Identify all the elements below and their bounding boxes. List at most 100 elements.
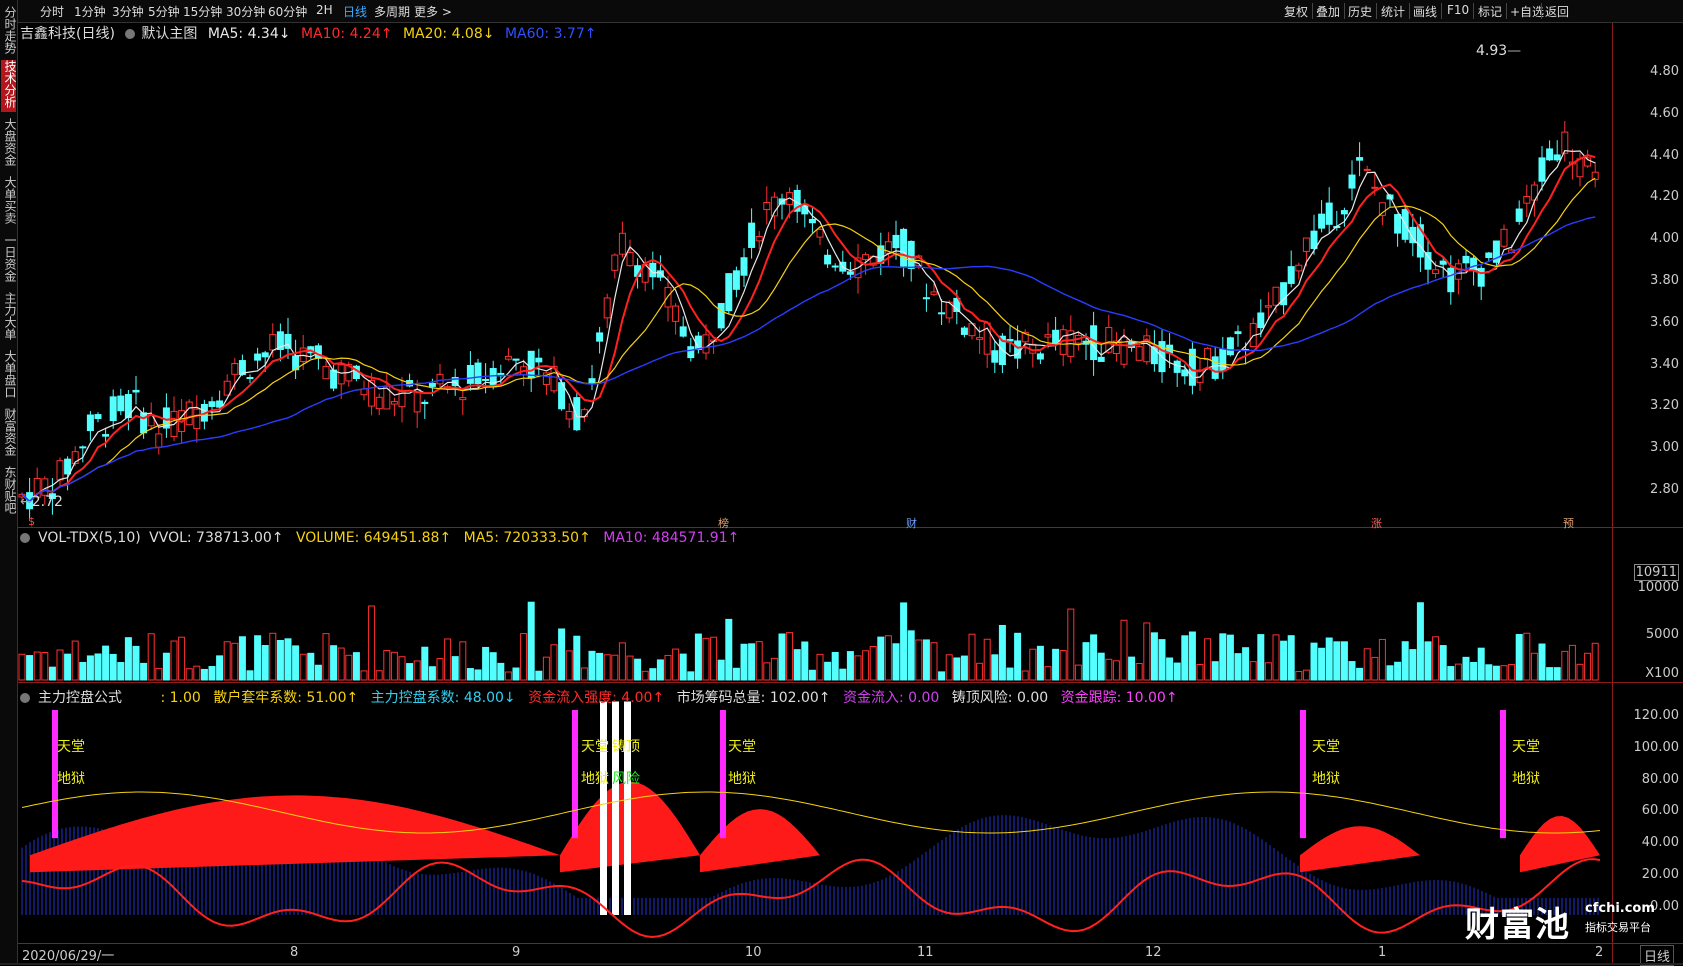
date-tick: 8: [290, 945, 299, 960]
candle-body: [284, 333, 292, 349]
volume-bar: [482, 646, 490, 681]
volume-bar: [360, 670, 368, 681]
volume-bar: [140, 662, 148, 681]
volume-bar: [801, 641, 809, 681]
event-tag-cai[interactable]: 财: [906, 515, 917, 531]
candle-body: [1257, 312, 1265, 329]
candle-body: [1394, 214, 1402, 234]
candle-body: [1173, 360, 1181, 373]
volume-bar: [611, 654, 619, 681]
ind-param: 资金跟踪: 10.00↑: [1060, 690, 1178, 706]
volume-bar: [1242, 647, 1250, 681]
candle-body: [1044, 334, 1052, 338]
volume-bar: [679, 653, 687, 681]
settings-dot-icon[interactable]: [125, 29, 136, 39]
event-tag-bang[interactable]: 榜: [718, 515, 729, 531]
vol-tick: 10000: [1637, 580, 1679, 595]
volume-bar: [542, 656, 550, 681]
volume-bar: [1067, 608, 1075, 681]
volume-bar: [436, 658, 444, 681]
candle-body: [489, 368, 497, 388]
candle-body: [466, 365, 474, 384]
settings-dot-icon[interactable]: [20, 693, 30, 703]
kline-chart-canvas[interactable]: [0, 0, 1683, 965]
volume-bar: [299, 653, 307, 681]
volume-bar: [1530, 652, 1538, 681]
volume-bar: [1538, 643, 1546, 681]
volume-bar: [254, 635, 262, 681]
candle-body: [603, 297, 611, 319]
risk-bar: [624, 701, 631, 915]
price-tick: 4.60: [1650, 106, 1679, 121]
volume-bar: [223, 641, 231, 681]
volume-bar: [1090, 634, 1098, 681]
candle-body: [216, 400, 224, 408]
vol-indicator-name[interactable]: VOL-TDX(5,10): [38, 530, 141, 546]
volume-bar: [1021, 670, 1029, 681]
volume-bar: [580, 667, 588, 681]
indicator-red-line: [21, 858, 1601, 939]
candle-body: [428, 382, 436, 387]
volume-bar: [1029, 648, 1037, 681]
vol-tick-max: 10911: [1633, 564, 1679, 581]
volume-bar: [1371, 656, 1379, 681]
candle-body: [960, 327, 968, 335]
candle-body: [656, 270, 664, 278]
ind-tick: 60.00: [1641, 803, 1679, 818]
candle-body: [193, 408, 201, 430]
date-tick: 10: [745, 945, 762, 960]
candle-body: [846, 271, 854, 275]
volume-bar: [1363, 648, 1371, 681]
event-tag-yu[interactable]: 预: [1563, 515, 1574, 531]
volume-bar: [846, 651, 854, 681]
volume-bar: [725, 618, 733, 681]
settings-dot-icon[interactable]: [20, 533, 30, 543]
volume-bar: [1150, 632, 1158, 681]
volume-bar: [41, 652, 49, 681]
volume-bar: [1439, 645, 1447, 681]
event-tag-dollar[interactable]: $: [28, 515, 35, 528]
volume-bar: [953, 657, 961, 681]
volume-bar: [26, 655, 34, 681]
volume-bar: [520, 633, 528, 681]
volume-bar: [808, 669, 816, 681]
event-tag-zhang[interactable]: 涨: [1371, 515, 1382, 531]
volume-bar: [208, 666, 216, 681]
volume-bar: [71, 640, 79, 681]
candle-body: [900, 228, 908, 267]
ma5-value: MA5: 4.34↓: [207, 26, 291, 42]
volume-bar: [1036, 645, 1044, 681]
volume-bar: [1302, 669, 1310, 681]
volume-bar: [48, 666, 56, 681]
volume-bar: [687, 671, 695, 681]
volume-bar: [1508, 664, 1516, 681]
template-name[interactable]: 默认主图: [141, 26, 197, 42]
indicator-red-area: [1520, 816, 1600, 873]
ind-param: 市场筹码总量: 102.00↑: [676, 690, 831, 706]
volume-bar: [1401, 641, 1409, 681]
candle-body: [102, 434, 110, 437]
volume-bar: [178, 636, 186, 681]
candle-body: [1036, 353, 1044, 360]
volume-bar: [368, 605, 376, 681]
volume-bar: [998, 624, 1006, 681]
candle-body: [763, 202, 771, 211]
candle-body: [1310, 230, 1318, 249]
stock-title[interactable]: 吉鑫科技(日线): [20, 26, 115, 42]
candle-body: [1439, 260, 1447, 265]
indicator-name[interactable]: 主力控盘公式: [38, 690, 122, 706]
candle-body: [611, 254, 619, 271]
candle-body: [1515, 208, 1523, 222]
volume-bar: [109, 653, 117, 681]
candle-body: [679, 326, 687, 337]
volume-bar: [915, 639, 923, 681]
candle-body: [1371, 186, 1379, 189]
indicator-red-area: [30, 795, 560, 873]
volume-bar: [1462, 656, 1470, 681]
candle-body: [1318, 213, 1326, 229]
candle-body: [573, 397, 581, 431]
volume-bar: [968, 633, 976, 681]
candle-body: [1424, 252, 1432, 270]
candle-body: [1234, 331, 1242, 335]
volume-bar: [1378, 638, 1386, 681]
